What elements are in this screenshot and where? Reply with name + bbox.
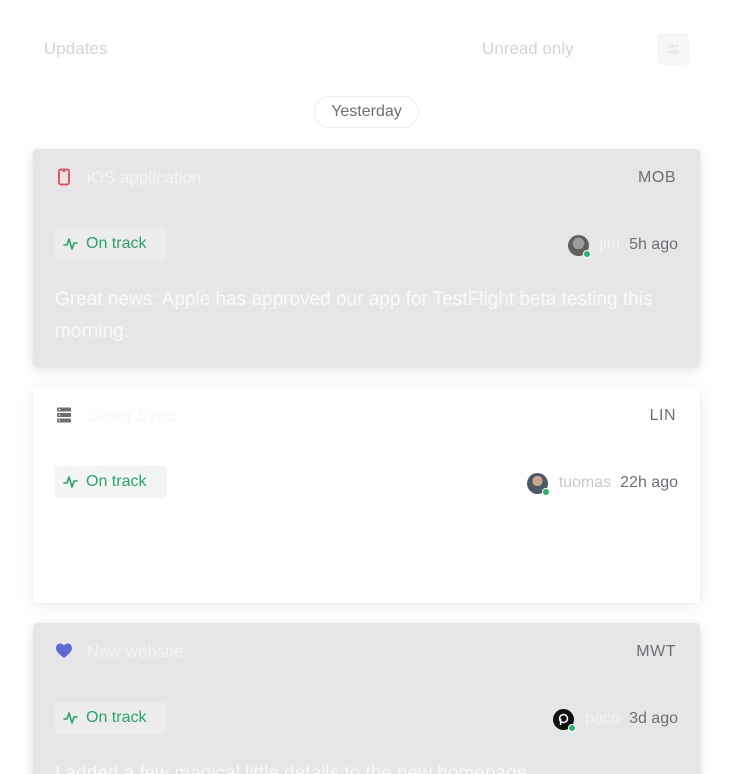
timestamp: 22h ago	[620, 474, 678, 491]
sliders-icon	[667, 43, 679, 55]
server-icon	[57, 407, 71, 423]
status-label: On track	[86, 235, 147, 252]
status-on-track-chip[interactable]: On track	[55, 228, 167, 260]
status-on-track-chip[interactable]: On track	[55, 466, 167, 498]
avatar[interactable]	[553, 708, 577, 732]
project-name[interactable]: Super Sync	[87, 406, 175, 426]
team-code: MWT	[636, 643, 676, 660]
update-meta: jim 5h ago	[567, 233, 678, 258]
online-indicator	[568, 723, 577, 732]
project-name[interactable]: iOS application	[87, 168, 201, 188]
team-code: LIN	[649, 407, 676, 424]
pulse-icon	[63, 238, 78, 250]
day-group-label: Yesterday	[314, 96, 419, 128]
status-label: On track	[86, 473, 147, 490]
updates-header: Updates Unread only	[0, 0, 736, 96]
phone-icon	[58, 168, 70, 186]
avatar[interactable]	[567, 234, 591, 258]
status-on-track-chip[interactable]: On track	[55, 702, 167, 734]
heart-icon	[56, 643, 72, 658]
pulse-icon	[63, 476, 78, 488]
updates-page: Updates Unread only Yesterday iOS applic…	[0, 0, 736, 774]
author-name[interactable]: paco	[585, 710, 620, 728]
pulse-icon	[63, 712, 78, 724]
display-options-button[interactable]	[657, 33, 689, 65]
team-code: MOB	[638, 169, 676, 186]
update-card[interactable]: New website MWT On track paco 3d ago I a…	[33, 623, 700, 774]
avatar[interactable]	[526, 472, 550, 496]
author-name[interactable]: tuomas	[559, 474, 611, 492]
timestamp: 3d ago	[629, 710, 678, 727]
update-meta: tuomas 22h ago	[526, 471, 678, 496]
project-name[interactable]: New website	[87, 642, 183, 662]
update-body: Great news: Apple has approved our app f…	[55, 289, 653, 342]
online-indicator	[541, 487, 550, 496]
update-body: I added a few magical little details to …	[55, 763, 528, 774]
author-name[interactable]: jim	[600, 236, 620, 254]
update-meta: paco 3d ago	[553, 707, 678, 732]
timestamp: 5h ago	[629, 236, 678, 253]
update-card[interactable]: iOS application MOB On track jim 5h ago …	[33, 149, 700, 367]
page-title: Updates	[44, 39, 108, 58]
online-indicator	[582, 249, 591, 258]
status-label: On track	[86, 709, 147, 726]
update-card[interactable]: Super Sync LIN On track tuomas 22h ago	[33, 387, 700, 603]
unread-only-toggle[interactable]: Unread only	[482, 39, 574, 59]
